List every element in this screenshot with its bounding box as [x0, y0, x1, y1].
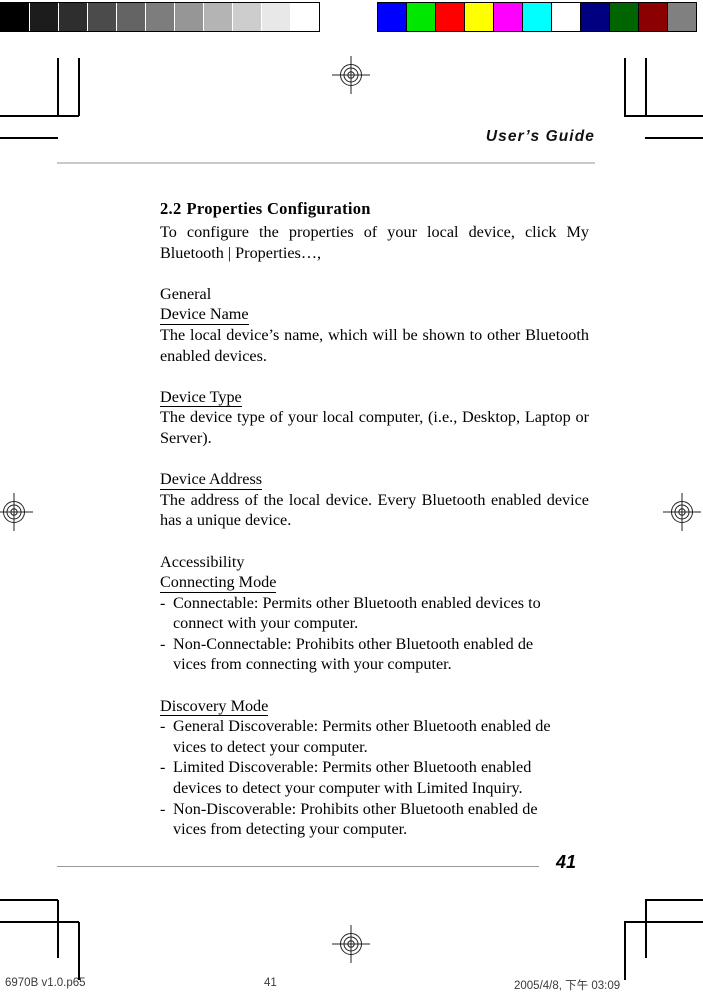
section-title-text: Properties Configuration [186, 199, 371, 218]
document-page: User’s Guide 2.2 Properties Configuration… [0, 0, 703, 997]
subhead-device-address: Device Address [160, 470, 263, 490]
group-label-accessibility: Accessibility [160, 552, 245, 571]
list-item-line1: Non-Connectable: Prohibits other Bluetoo… [173, 634, 534, 653]
list-item: - Limited Discoverable: Permits other Blu… [160, 757, 589, 798]
list-dash: - [160, 758, 166, 777]
subhead-device-type: Device Type [160, 387, 242, 408]
body-device-name: The local device’s name, which will be s… [160, 325, 589, 365]
subhead-connecting-mode: Connecting Mode [160, 573, 277, 593]
list-item-line2: devices to detect your computer with Lim… [173, 779, 523, 798]
section-intro-paragraph: To configure the properties of your loca… [160, 223, 589, 262]
list-item-line2: vices from detecting your computer. [173, 820, 408, 839]
header-rule [57, 162, 595, 164]
list-dash: - [160, 593, 166, 612]
scan-footer-filename: 6970B v1.0.p65 [5, 977, 86, 989]
page-title: 2.2 Properties Configuration [160, 198, 589, 220]
list-item: - Connectable: Permits other Bluetooth en… [160, 593, 589, 634]
running-head: User’s Guide [485, 128, 595, 145]
subhead-discovery-mode: Discovery Mode [160, 696, 269, 717]
list-item-line1: Connectable: Permits other Bluetooth ena… [173, 593, 541, 612]
group-label-general: General [160, 284, 212, 303]
connecting-mode-list: - Connectable: Permits other Bluetooth en… [160, 593, 589, 675]
page-number: 41 [556, 852, 577, 872]
list-item: - Non-Connectable: Prohibits other Blueto… [160, 634, 589, 675]
scan-footer: 6970B v1.0.p65 41 2005/4/8, 下午 03:09 [0, 973, 703, 997]
subhead-device-name: Device Name [160, 305, 249, 325]
list-item-line2: vices from connecting with your computer… [173, 655, 452, 674]
list-dash: - [160, 717, 166, 736]
footer-rule [57, 866, 539, 868]
body-device-address: The address of the local device. Every B… [160, 490, 589, 530]
list-dash: - [160, 634, 166, 653]
list-dash: - [160, 799, 166, 818]
list-item: - General Discoverable: Permits other Blu… [160, 716, 589, 757]
scan-footer-page-number: 41 [264, 977, 277, 989]
body-device-type: The device type of your local computer, … [160, 408, 589, 447]
list-item-line1: Non-Discoverable: Prohibits other Blueto… [173, 799, 538, 818]
list-item-line2: connect with your computer. [173, 614, 359, 633]
list-item: - Non-Discoverable: Prohibits other Bluet… [160, 799, 589, 840]
list-item-line2: vices to detect your computer. [173, 737, 368, 756]
section-number: 2.2 [160, 199, 182, 218]
list-item-line1: General Discoverable: Permits other Blue… [173, 717, 551, 736]
page-content: 2.2 Properties Configuration To configure… [160, 198, 589, 840]
discovery-mode-list: - General Discoverable: Permits other Blu… [160, 716, 589, 840]
list-item-line1: Limited Discoverable: Permits other Blue… [173, 758, 532, 777]
scan-footer-timestamp: 2005/4/8, 下午 03:09 [514, 980, 621, 992]
